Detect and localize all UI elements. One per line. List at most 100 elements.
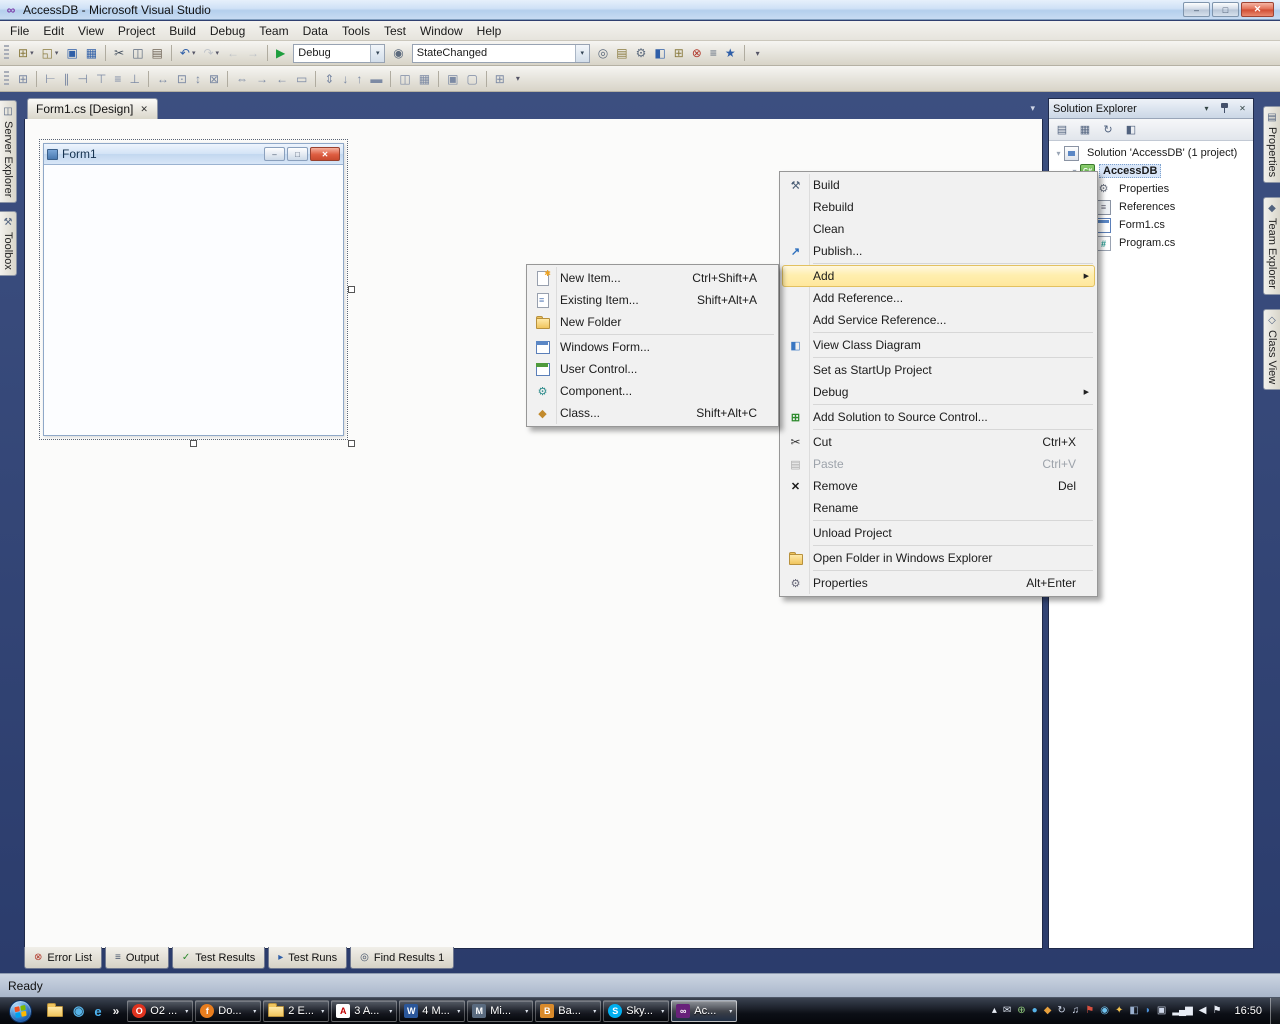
tray-bluetooth-icon[interactable]: ◗ [1145,1006,1151,1016]
align-rights-button[interactable]: ⊣ [75,69,91,89]
increase-vertical-spacing-button[interactable]: ↓ [339,69,351,89]
refresh-button[interactable]: ↻ [1098,121,1118,139]
find-symbol-button[interactable]: ◉ [390,43,406,63]
remove-horizontal-spacing-button[interactable]: ▭ [293,69,310,89]
start-page-button[interactable]: ★ [722,43,739,63]
menu-test[interactable]: Test [377,22,413,40]
taskbar-button-mi[interactable]: M Mi... ▾ [467,1000,534,1022]
menu-data[interactable]: Data [296,22,335,40]
minimize-button[interactable]: – [1183,2,1210,17]
menu-item-cut[interactable]: Cut Ctrl+X [782,431,1095,453]
tray-antivirus-icon[interactable]: ◆ [1044,1006,1052,1016]
taskbar-button-accessdb[interactable]: ∞ Ac... ▾ [671,1000,738,1022]
active-files-dropdown-icon[interactable]: ▾ [1030,103,1035,114]
increase-horizontal-spacing-button[interactable]: → [253,69,271,89]
tray-app-icon-2[interactable]: ✦ [1115,1006,1123,1016]
tray-volume-icon[interactable]: ◀ [1199,1006,1207,1016]
taskbar-button-do[interactable]: f Do... ▾ [195,1000,262,1022]
show-all-files-button[interactable]: ▦ [1075,121,1095,139]
navigate-forward-button[interactable]: → [244,43,262,63]
menu-item-add-service-reference[interactable]: Add Service Reference... [782,309,1095,331]
tray-messenger-icon[interactable]: ● [1032,1006,1038,1016]
tray-app-icon-1[interactable]: ◉ [1100,1006,1109,1016]
menu-project[interactable]: Project [111,22,162,40]
taskbar-button-o2[interactable]: O O2 ... ▾ [127,1000,194,1022]
save-all-button[interactable]: ▦ [83,43,100,63]
maximize-button[interactable]: □ [1212,2,1239,17]
panel-close-icon[interactable]: ✕ [1236,104,1249,113]
menu-window[interactable]: Window [413,22,470,40]
tray-app-icon-3[interactable]: ◧ [1129,1006,1139,1016]
taskbar-button-explorer-group[interactable]: 2 E... ▾ [263,1000,330,1022]
center-vertically-button[interactable]: ▦ [416,69,433,89]
menu-build[interactable]: Build [162,22,203,40]
tray-display-icon[interactable]: ▣ [1157,1006,1167,1016]
window-position-menu-icon[interactable]: ▾ [1200,104,1213,113]
taskbar-button-word-group[interactable]: W4 M... ▾ [399,1000,466,1022]
chevron-down-icon[interactable]: ▾ [370,44,385,62]
solution-explorer-button[interactable]: ▤ [613,43,630,63]
close-button[interactable]: ✕ [1241,2,1274,17]
immediate-window-button[interactable]: ≡ [707,43,720,63]
make-same-height-button[interactable]: ↕ [192,69,204,89]
menu-team[interactable]: Team [252,22,295,40]
expander-icon[interactable]: ▾ [1053,149,1064,158]
auto-hide-pin-icon[interactable] [1218,102,1231,116]
solution-configurations-combo[interactable]: Debug ▾ [293,43,386,63]
find-in-files-button[interactable]: ◎ [595,43,611,63]
menu-item-add-reference[interactable]: Add Reference... [782,287,1095,309]
cut-button[interactable]: ✂ [111,43,127,63]
navigate-backward-button[interactable]: ← [224,43,242,63]
show-desktop-button[interactable] [1270,997,1280,1024]
quick-launch-media-player[interactable]: ◉ [73,1003,84,1019]
make-same-size-button[interactable]: ⊠ [206,69,222,89]
align-middles-button[interactable]: ≡ [111,69,124,89]
side-tab-class-view[interactable]: ◇ Class View [1263,309,1280,391]
tab-form1-design[interactable]: Form1.cs [Design] ✕ [27,98,158,119]
start-debugging-button[interactable]: ▶ [273,43,288,63]
menu-item-component[interactable]: Component... [529,380,776,402]
bottom-tab-error-list[interactable]: ⊗ Error List [24,947,103,969]
save-button[interactable]: ▣ [63,43,80,63]
toolbox-button[interactable]: ⊞ [671,43,687,63]
find-combo[interactable]: StateChanged ▾ [411,43,590,63]
snap-to-grid-button[interactable]: ⊞ [15,69,31,89]
standard-toolbar-options-icon[interactable]: ▾ [751,47,765,60]
toolbar-grip[interactable] [4,45,9,61]
make-vertical-spacing-equal-button[interactable]: ⇕ [321,69,337,89]
menu-item-existing-item[interactable]: Existing Item... Shift+Alt+A [529,289,776,311]
menu-file[interactable]: File [3,22,36,40]
bottom-tab-test-runs[interactable]: ▸ Test Runs [268,947,348,969]
menu-item-rebuild[interactable]: Rebuild [782,196,1095,218]
decrease-horizontal-spacing-button[interactable]: ← [273,69,291,89]
view-class-diagram-button[interactable]: ◧ [1121,121,1141,139]
hidden-icons-button[interactable]: ▴ [992,1006,997,1016]
side-tab-server-explorer[interactable]: ◫ Server Explorer [0,100,17,204]
toolbar-grip[interactable] [4,70,9,87]
taskbar-button-ba[interactable]: B Ba... ▾ [535,1000,602,1022]
bottom-tab-find-results-1[interactable]: ◎ Find Results 1 [350,947,455,969]
tray-media-icon[interactable]: ♫ [1072,1006,1079,1016]
send-to-back-button[interactable]: ▢ [463,69,480,89]
menu-item-properties[interactable]: Properties Alt+Enter [782,572,1095,594]
menu-item-windows-form[interactable]: Windows Form... [529,336,776,358]
menu-item-class[interactable]: Class... Shift+Alt+C [529,402,776,424]
taskbar-clock[interactable]: 16:50 [1226,1005,1270,1017]
tab-order-button[interactable]: ⊞ [492,69,508,89]
align-bottoms-button[interactable]: ⊥ [126,69,142,89]
paste-button[interactable]: ▤ [149,43,166,63]
menu-debug[interactable]: Debug [203,22,252,40]
menu-help[interactable]: Help [470,22,509,40]
menu-item-unload-project[interactable]: Unload Project [782,522,1095,544]
menu-item-new-folder[interactable]: New Folder [529,311,776,333]
align-centers-button[interactable]: ∥ [61,69,73,89]
tray-mail-icon[interactable]: ✉ [1003,1006,1011,1016]
decrease-vertical-spacing-button[interactable]: ↑ [353,69,365,89]
taskbar-button-skype[interactable]: S Sky... ▾ [603,1000,670,1022]
menu-item-user-control[interactable]: User Control... [529,358,776,380]
more-taskbar-items-chevron[interactable]: » [109,1004,124,1018]
quick-launch-browser[interactable]: e [94,1004,101,1019]
menu-item-new-item[interactable]: New Item... Ctrl+Shift+A [529,267,776,289]
properties-button[interactable]: ▤ [1052,121,1072,139]
menu-view[interactable]: View [71,22,111,40]
